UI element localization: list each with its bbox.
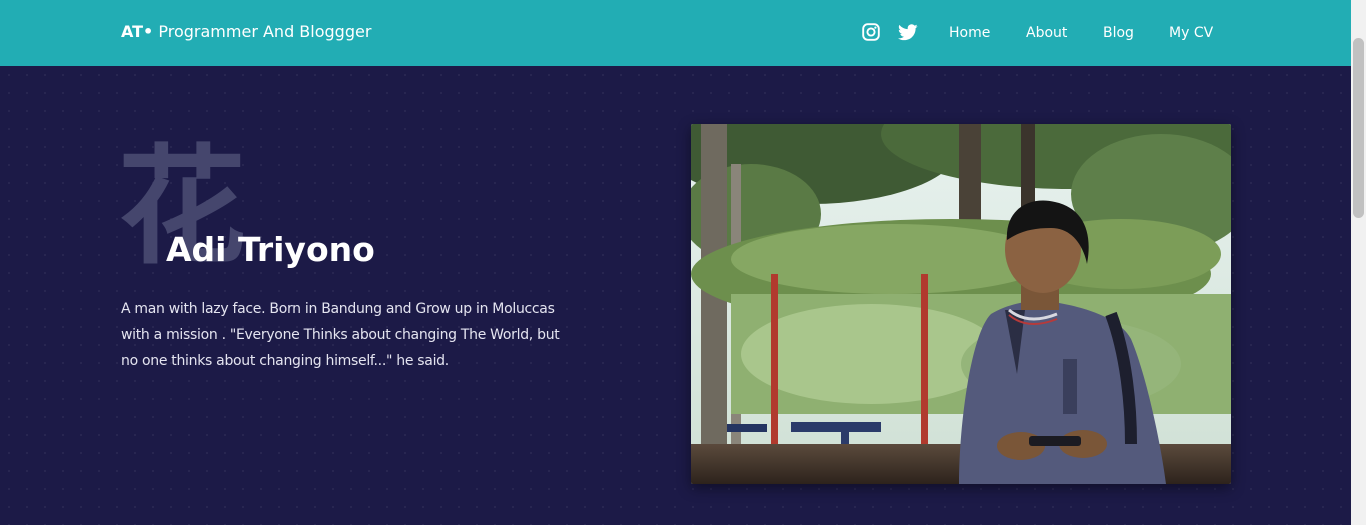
nav-link-blog[interactable]: Blog [1103, 24, 1134, 42]
twitter-icon[interactable] [898, 22, 918, 42]
brand-text: Programmer And Bloggger [158, 22, 372, 41]
nav-link-my-cv[interactable]: My CV [1169, 24, 1213, 42]
hero-bio: A man with lazy face. Born in Bandung an… [121, 301, 560, 369]
nav-link-home[interactable]: Home [949, 24, 990, 42]
page: AT• Programmer And Bloggger Home About B… [0, 0, 1366, 525]
top-navbar: AT• Programmer And Bloggger Home About B… [0, 0, 1351, 66]
scrollbar-thumb[interactable] [1353, 38, 1364, 218]
hero-name: Adi Triyono [166, 230, 375, 269]
brand[interactable]: AT• Programmer And Bloggger [121, 22, 371, 42]
nav-link-about[interactable]: About [1026, 24, 1067, 42]
instagram-icon[interactable] [861, 22, 881, 42]
brand-mark: AT• [121, 22, 154, 41]
page-scrollbar[interactable] [1351, 0, 1366, 525]
profile-photo [691, 124, 1231, 484]
